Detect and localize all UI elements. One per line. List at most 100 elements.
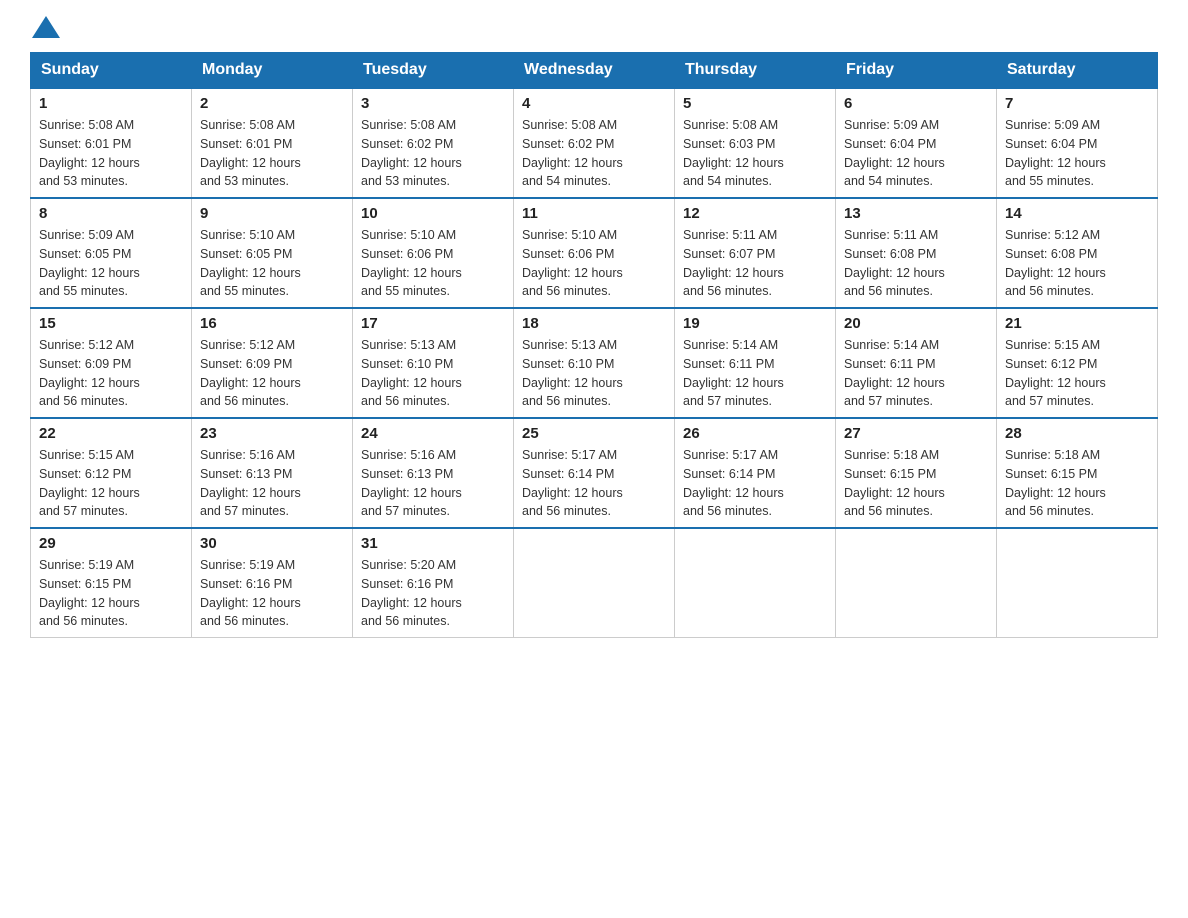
day-number: 30	[200, 535, 344, 552]
logo	[30, 20, 60, 42]
day-number: 12	[683, 205, 827, 222]
day-number: 16	[200, 315, 344, 332]
day-number: 25	[522, 425, 666, 442]
calendar-cell: 26 Sunrise: 5:17 AMSunset: 6:14 PMDayligh…	[675, 418, 836, 528]
day-info: Sunrise: 5:18 AMSunset: 6:15 PMDaylight:…	[844, 446, 988, 521]
column-header-monday: Monday	[192, 53, 353, 89]
day-info: Sunrise: 5:20 AMSunset: 6:16 PMDaylight:…	[361, 556, 505, 631]
day-number: 29	[39, 535, 183, 552]
day-info: Sunrise: 5:17 AMSunset: 6:14 PMDaylight:…	[683, 446, 827, 521]
calendar-cell: 5 Sunrise: 5:08 AMSunset: 6:03 PMDaylight…	[675, 88, 836, 198]
calendar-cell: 11 Sunrise: 5:10 AMSunset: 6:06 PMDayligh…	[514, 198, 675, 308]
column-header-sunday: Sunday	[31, 53, 192, 89]
calendar-cell	[836, 528, 997, 638]
day-info: Sunrise: 5:14 AMSunset: 6:11 PMDaylight:…	[844, 336, 988, 411]
calendar-cell: 16Sunrise: 5:12 AMSunset: 6:09 PMDayligh…	[192, 308, 353, 418]
calendar-cell	[997, 528, 1158, 638]
calendar-cell: 15Sunrise: 5:12 AMSunset: 6:09 PMDayligh…	[31, 308, 192, 418]
calendar-cell: 4 Sunrise: 5:08 AMSunset: 6:02 PMDaylight…	[514, 88, 675, 198]
calendar-cell: 29 Sunrise: 5:19 AMSunset: 6:15 PMDayligh…	[31, 528, 192, 638]
day-info: Sunrise: 5:15 AMSunset: 6:12 PMDaylight:…	[39, 446, 183, 521]
day-info: Sunrise: 5:09 AMSunset: 6:04 PMDaylight:…	[844, 116, 988, 191]
day-number: 10	[361, 205, 505, 222]
day-info: Sunrise: 5:19 AMSunset: 6:16 PMDaylight:…	[200, 556, 344, 631]
day-info: Sunrise: 5:14 AMSunset: 6:11 PMDaylight:…	[683, 336, 827, 411]
day-info: Sunrise: 5:08 AMSunset: 6:01 PMDaylight:…	[200, 116, 344, 191]
day-number: 2	[200, 95, 344, 112]
day-info: Sunrise: 5:19 AMSunset: 6:15 PMDaylight:…	[39, 556, 183, 631]
day-info: Sunrise: 5:08 AMSunset: 6:03 PMDaylight:…	[683, 116, 827, 191]
calendar-cell: 3 Sunrise: 5:08 AMSunset: 6:02 PMDaylight…	[353, 88, 514, 198]
day-number: 13	[844, 205, 988, 222]
day-number: 9	[200, 205, 344, 222]
calendar-cell: 30 Sunrise: 5:19 AMSunset: 6:16 PMDayligh…	[192, 528, 353, 638]
day-number: 23	[200, 425, 344, 442]
calendar-cell: 19 Sunrise: 5:14 AMSunset: 6:11 PMDayligh…	[675, 308, 836, 418]
day-info: Sunrise: 5:18 AMSunset: 6:15 PMDaylight:…	[1005, 446, 1149, 521]
calendar-cell: 13 Sunrise: 5:11 AMSunset: 6:08 PMDayligh…	[836, 198, 997, 308]
calendar-week-row: 15Sunrise: 5:12 AMSunset: 6:09 PMDayligh…	[31, 308, 1158, 418]
day-number: 11	[522, 205, 666, 222]
day-info: Sunrise: 5:08 AMSunset: 6:01 PMDaylight:…	[39, 116, 183, 191]
day-number: 26	[683, 425, 827, 442]
calendar-cell: 18 Sunrise: 5:13 AMSunset: 6:10 PMDayligh…	[514, 308, 675, 418]
day-info: Sunrise: 5:17 AMSunset: 6:14 PMDaylight:…	[522, 446, 666, 521]
day-number: 19	[683, 315, 827, 332]
day-info: Sunrise: 5:08 AMSunset: 6:02 PMDaylight:…	[361, 116, 505, 191]
day-info: Sunrise: 5:08 AMSunset: 6:02 PMDaylight:…	[522, 116, 666, 191]
calendar-cell: 8Sunrise: 5:09 AMSunset: 6:05 PMDaylight…	[31, 198, 192, 308]
day-number: 14	[1005, 205, 1149, 222]
day-info: Sunrise: 5:12 AMSunset: 6:08 PMDaylight:…	[1005, 226, 1149, 301]
day-info: Sunrise: 5:10 AMSunset: 6:05 PMDaylight:…	[200, 226, 344, 301]
column-header-thursday: Thursday	[675, 53, 836, 89]
calendar-cell: 17 Sunrise: 5:13 AMSunset: 6:10 PMDayligh…	[353, 308, 514, 418]
day-number: 28	[1005, 425, 1149, 442]
day-number: 24	[361, 425, 505, 442]
calendar-week-row: 1 Sunrise: 5:08 AMSunset: 6:01 PMDaylight…	[31, 88, 1158, 198]
calendar-week-row: 29 Sunrise: 5:19 AMSunset: 6:15 PMDayligh…	[31, 528, 1158, 638]
column-header-friday: Friday	[836, 53, 997, 89]
calendar-cell: 22 Sunrise: 5:15 AMSunset: 6:12 PMDayligh…	[31, 418, 192, 528]
calendar-cell: 9 Sunrise: 5:10 AMSunset: 6:05 PMDaylight…	[192, 198, 353, 308]
day-number: 4	[522, 95, 666, 112]
calendar-cell: 28 Sunrise: 5:18 AMSunset: 6:15 PMDayligh…	[997, 418, 1158, 528]
day-number: 7	[1005, 95, 1149, 112]
calendar-cell: 12Sunrise: 5:11 AMSunset: 6:07 PMDayligh…	[675, 198, 836, 308]
day-info: Sunrise: 5:12 AMSunset: 6:09 PMDaylight:…	[39, 336, 183, 411]
page-header	[30, 20, 1158, 42]
day-info: Sunrise: 5:13 AMSunset: 6:10 PMDaylight:…	[522, 336, 666, 411]
day-number: 3	[361, 95, 505, 112]
calendar-cell: 2 Sunrise: 5:08 AMSunset: 6:01 PMDaylight…	[192, 88, 353, 198]
day-number: 21	[1005, 315, 1149, 332]
calendar-cell: 20 Sunrise: 5:14 AMSunset: 6:11 PMDayligh…	[836, 308, 997, 418]
calendar-cell	[514, 528, 675, 638]
day-number: 22	[39, 425, 183, 442]
day-info: Sunrise: 5:10 AMSunset: 6:06 PMDaylight:…	[361, 226, 505, 301]
calendar-week-row: 22 Sunrise: 5:15 AMSunset: 6:12 PMDayligh…	[31, 418, 1158, 528]
day-info: Sunrise: 5:16 AMSunset: 6:13 PMDaylight:…	[361, 446, 505, 521]
calendar-cell: 7 Sunrise: 5:09 AMSunset: 6:04 PMDaylight…	[997, 88, 1158, 198]
day-number: 5	[683, 95, 827, 112]
column-header-wednesday: Wednesday	[514, 53, 675, 89]
day-number: 20	[844, 315, 988, 332]
day-number: 17	[361, 315, 505, 332]
day-info: Sunrise: 5:09 AMSunset: 6:05 PMDaylight:…	[39, 226, 183, 301]
day-info: Sunrise: 5:10 AMSunset: 6:06 PMDaylight:…	[522, 226, 666, 301]
calendar-cell: 31 Sunrise: 5:20 AMSunset: 6:16 PMDayligh…	[353, 528, 514, 638]
column-header-saturday: Saturday	[997, 53, 1158, 89]
calendar-cell: 27 Sunrise: 5:18 AMSunset: 6:15 PMDayligh…	[836, 418, 997, 528]
calendar-header-row: SundayMondayTuesdayWednesdayThursdayFrid…	[31, 53, 1158, 89]
calendar-table: SundayMondayTuesdayWednesdayThursdayFrid…	[30, 52, 1158, 638]
day-number: 31	[361, 535, 505, 552]
day-number: 27	[844, 425, 988, 442]
calendar-cell: 23Sunrise: 5:16 AMSunset: 6:13 PMDayligh…	[192, 418, 353, 528]
column-header-tuesday: Tuesday	[353, 53, 514, 89]
calendar-cell: 6Sunrise: 5:09 AMSunset: 6:04 PMDaylight…	[836, 88, 997, 198]
day-info: Sunrise: 5:13 AMSunset: 6:10 PMDaylight:…	[361, 336, 505, 411]
day-number: 1	[39, 95, 183, 112]
day-info: Sunrise: 5:15 AMSunset: 6:12 PMDaylight:…	[1005, 336, 1149, 411]
logo-triangle-icon	[32, 16, 60, 38]
day-info: Sunrise: 5:09 AMSunset: 6:04 PMDaylight:…	[1005, 116, 1149, 191]
day-info: Sunrise: 5:11 AMSunset: 6:08 PMDaylight:…	[844, 226, 988, 301]
day-number: 18	[522, 315, 666, 332]
